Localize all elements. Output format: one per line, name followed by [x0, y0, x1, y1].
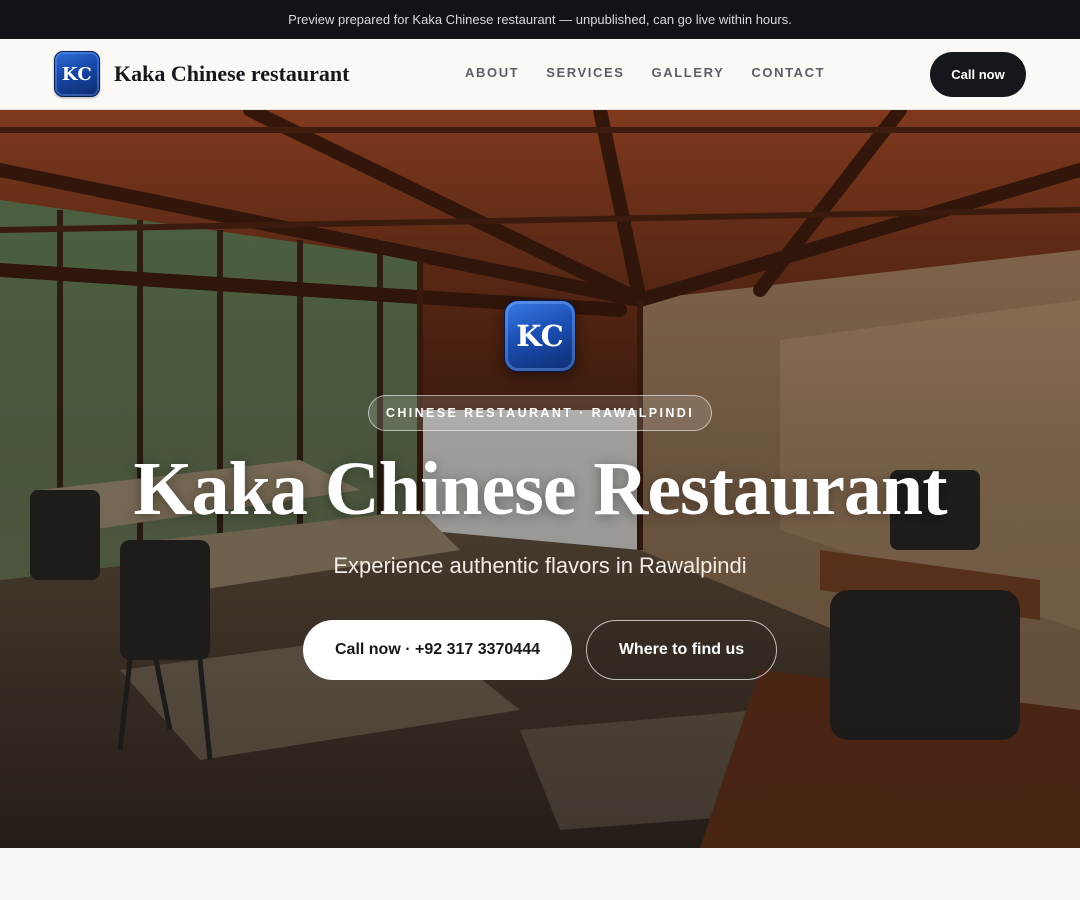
preview-banner: Preview prepared for Kaka Chinese restau… [0, 0, 1080, 39]
next-section [0, 848, 1080, 900]
preview-banner-text: Preview prepared for Kaka Chinese restau… [288, 12, 792, 27]
hero-title: Kaka Chinese Restaurant [133, 447, 947, 531]
hero-tag: CHINESE RESTAURANT · RAWALPINDI [368, 395, 712, 431]
nav-gallery[interactable]: GALLERY [652, 65, 725, 80]
kc-logo-badge-icon: KC [504, 300, 576, 372]
where-to-find-us-button[interactable]: Where to find us [586, 620, 777, 680]
nav-about[interactable]: ABOUT [465, 65, 519, 80]
main-nav: ABOUT SERVICES GALLERY CONTACT [465, 65, 825, 80]
kc-logo-icon[interactable]: KC [54, 51, 100, 97]
call-now-button[interactable]: Call now · +92 317 3370444 [303, 620, 572, 680]
nav-contact[interactable]: CONTACT [751, 65, 825, 80]
header-call-button[interactable]: Call now [930, 52, 1026, 97]
hero-subtitle: Experience authentic flavors in Rawalpin… [333, 553, 747, 578]
site-header: KC Kaka Chinese restaurant ABOUT SERVICE… [0, 39, 1080, 110]
brand[interactable]: KC Kaka Chinese restaurant [54, 51, 350, 97]
hero-section: KC CHINESE RESTAURANT · RAWALPINDI Kaka … [0, 110, 1080, 848]
nav-services[interactable]: SERVICES [546, 65, 624, 80]
brand-name[interactable]: Kaka Chinese restaurant [114, 61, 350, 87]
